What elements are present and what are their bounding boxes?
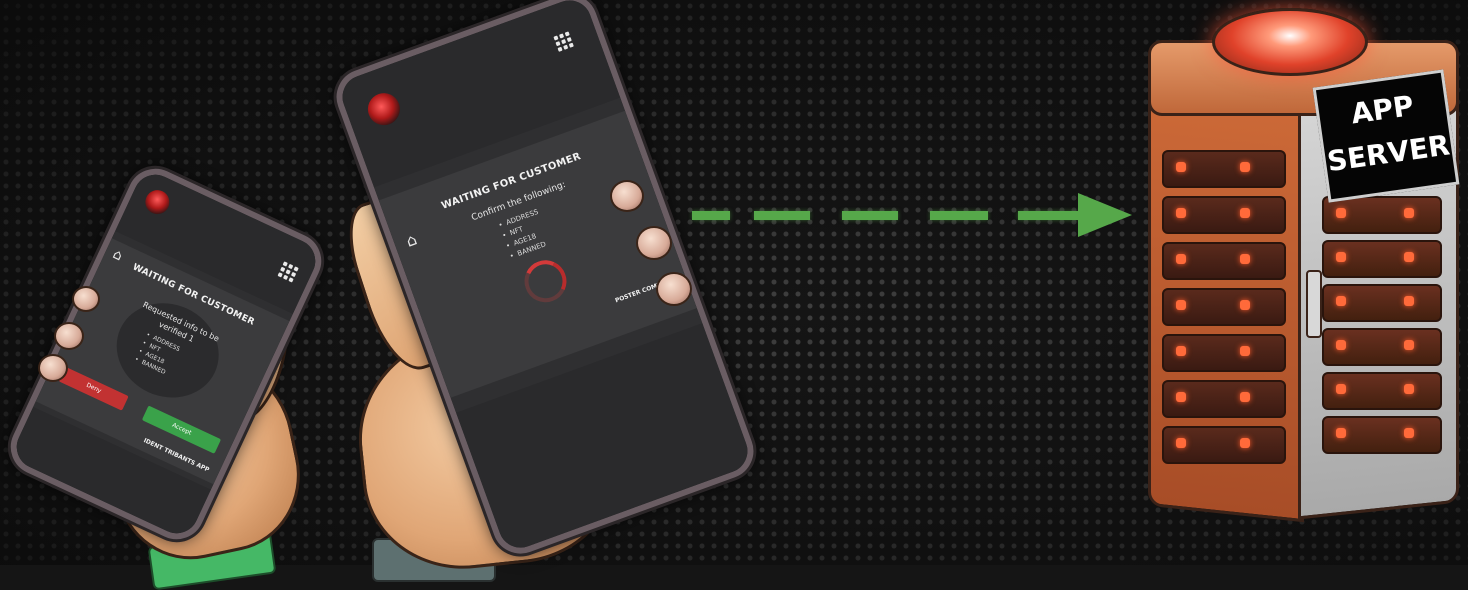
status-light-icon — [1176, 392, 1186, 402]
status-light-icon — [1240, 438, 1250, 448]
status-light-icon — [1176, 438, 1186, 448]
left-hand-finger — [54, 322, 84, 350]
arrow-dash — [1018, 211, 1078, 220]
status-light-icon — [1176, 208, 1186, 218]
arrow-head-icon — [1078, 193, 1132, 237]
arrow-dash — [842, 211, 898, 220]
server-door-handle — [1306, 270, 1322, 338]
status-light-icon — [1404, 252, 1414, 262]
server-label-line2: SERVER — [1325, 128, 1452, 179]
status-light-icon — [1240, 254, 1250, 264]
status-light-icon — [1240, 392, 1250, 402]
status-light-icon — [1336, 428, 1346, 438]
status-light-icon — [1404, 340, 1414, 350]
arrow-dash — [754, 211, 810, 220]
status-light-icon — [1336, 208, 1346, 218]
status-light-icon — [1240, 346, 1250, 356]
server-label-line1: APP — [1348, 89, 1416, 131]
status-light-icon — [1176, 346, 1186, 356]
status-light-icon — [1240, 162, 1250, 172]
right-hand-finger — [610, 180, 644, 212]
status-light-icon — [1404, 208, 1414, 218]
left-hand-finger — [72, 286, 100, 312]
status-light-icon — [1176, 300, 1186, 310]
status-light-icon — [1404, 428, 1414, 438]
server-label-plate: APP SERVER — [1312, 69, 1460, 203]
status-light-icon — [1404, 384, 1414, 394]
arrow-dash — [692, 211, 730, 220]
status-light-icon — [1176, 254, 1186, 264]
right-hand-finger — [636, 226, 672, 260]
server-beacon-light-icon — [1212, 8, 1368, 76]
status-light-icon — [1336, 252, 1346, 262]
status-light-icon — [1240, 208, 1250, 218]
left-hand-finger — [38, 354, 68, 382]
arrow-dash — [930, 211, 988, 220]
status-light-icon — [1336, 296, 1346, 306]
status-light-icon — [1336, 340, 1346, 350]
status-light-icon — [1336, 384, 1346, 394]
status-light-icon — [1404, 296, 1414, 306]
right-hand-finger — [656, 272, 692, 306]
status-light-icon — [1240, 300, 1250, 310]
status-light-icon — [1176, 162, 1186, 172]
